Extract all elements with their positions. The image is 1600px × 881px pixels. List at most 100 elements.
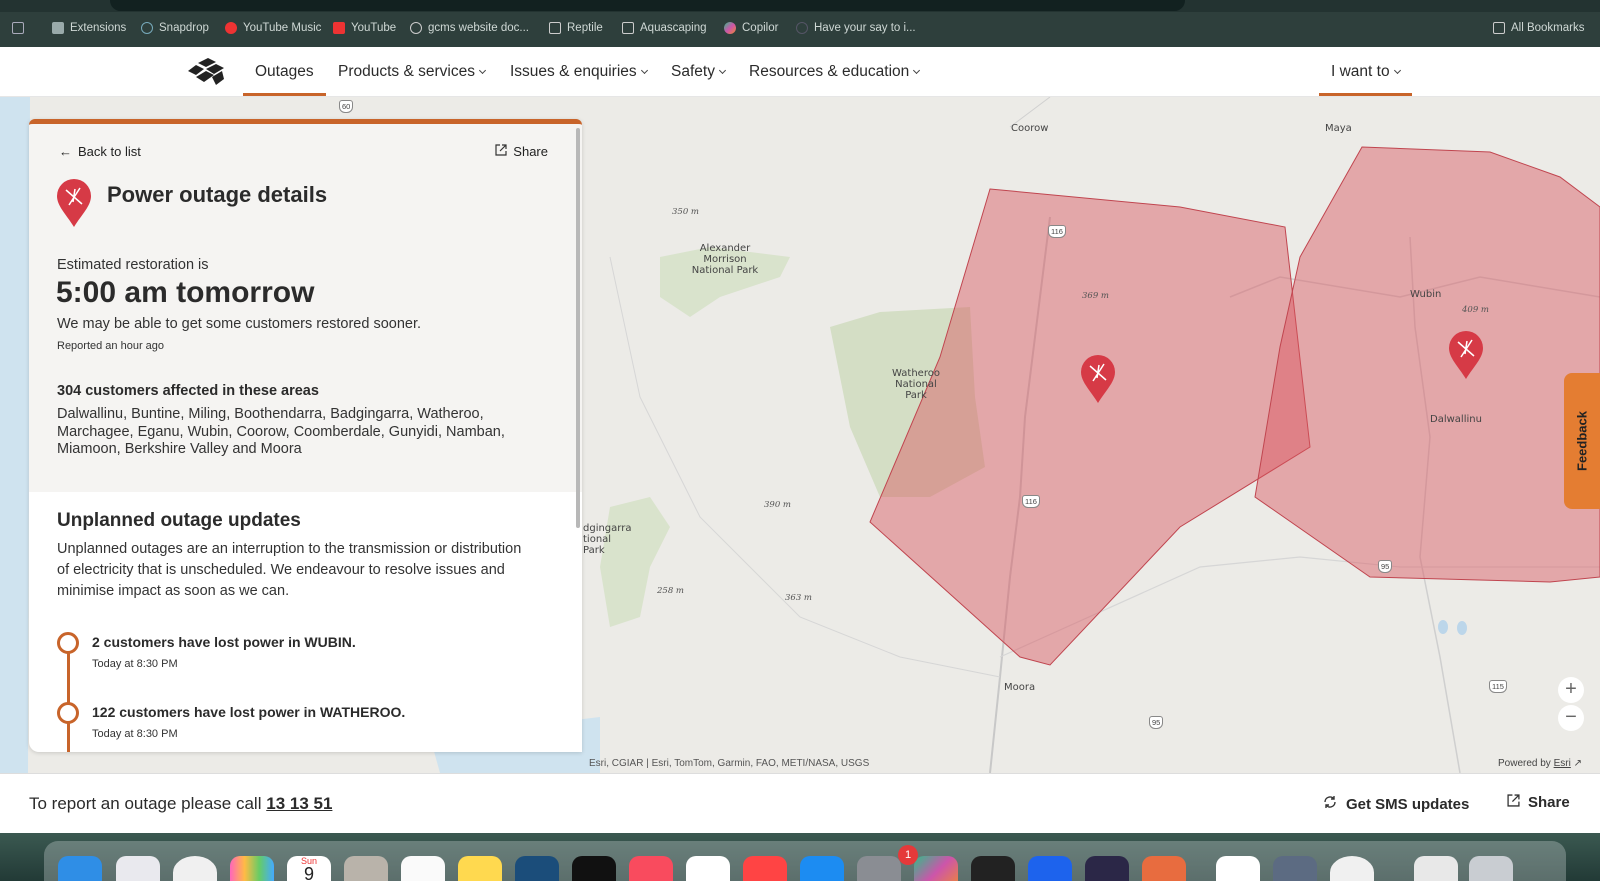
panel-summary: ← Back to list Share Power outage details… <box>29 124 582 492</box>
map-elevation-409: 409 m <box>1462 305 1489 315</box>
bookmark-copilor[interactable]: Copilor <box>724 22 778 34</box>
chevron-down-icon <box>478 66 487 75</box>
bookmark-have-your-say[interactable]: Have your say to i... <box>796 22 916 34</box>
globe-icon <box>410 22 422 34</box>
apps-grid-icon[interactable] <box>12 22 24 34</box>
restoration-label: Estimated restoration is <box>57 257 209 273</box>
obsidian-icon[interactable] <box>1085 856 1129 881</box>
reported-time: Reported an hour ago <box>57 340 165 352</box>
music-icon[interactable] <box>629 856 673 881</box>
arrow-left-icon: ← <box>59 144 72 159</box>
bookmark-reptile[interactable]: Reptile <box>549 22 603 34</box>
nav-safety[interactable]: Safety <box>671 47 726 97</box>
trash-icon[interactable] <box>1469 856 1513 881</box>
map-elevation-369: 369 m <box>1082 291 1109 301</box>
figma-icon[interactable] <box>971 856 1015 881</box>
copilot-icon <box>724 22 736 34</box>
report-outage-text: To report an outage please call 13 13 51 <box>29 794 333 813</box>
get-sms-updates-button[interactable]: Get SMS updates <box>1322 794 1469 814</box>
apple-tv-icon[interactable] <box>572 856 616 881</box>
feedback-tab[interactable]: Feedback <box>1564 373 1600 509</box>
share-icon <box>1507 794 1520 811</box>
update-time: Today at 8:30 PM <box>92 658 178 670</box>
news-icon[interactable] <box>743 856 787 881</box>
outage-pin-icon[interactable] <box>1080 354 1116 404</box>
timeline-dot <box>57 702 79 724</box>
share-icon <box>495 144 507 159</box>
app-store-icon[interactable] <box>800 856 844 881</box>
site-logo-icon[interactable] <box>186 57 226 87</box>
folder-icon <box>1493 22 1505 34</box>
documents-icon[interactable] <box>1414 856 1458 881</box>
update-time: Today at 8:30 PM <box>92 728 178 740</box>
notes-icon[interactable] <box>458 856 502 881</box>
road-shield: 60 <box>339 100 354 113</box>
zoom-in-button[interactable]: + <box>1558 677 1584 703</box>
contacts-icon[interactable] <box>344 856 388 881</box>
panel-share-button[interactable]: Share <box>495 144 548 159</box>
map-label-badgingarra-np: dgingarra tional Park <box>583 523 632 556</box>
nav-issues-enquiries[interactable]: Issues & enquiries <box>510 47 648 97</box>
bookmark-extensions[interactable]: Extensions <box>52 22 126 34</box>
nav-outages[interactable]: Outages <box>243 47 326 97</box>
claude-icon[interactable] <box>1142 856 1186 881</box>
external-link-icon: ↗ <box>1573 758 1582 769</box>
chrome-icon[interactable] <box>1330 856 1374 881</box>
vscode-icon[interactable] <box>686 856 730 881</box>
calendar-icon[interactable]: Sun 9 <box>287 856 331 881</box>
textedit-icon[interactable] <box>1216 856 1260 881</box>
chevron-down-icon <box>1393 66 1401 75</box>
chevron-down-icon <box>718 66 726 75</box>
bookmark-aquascaping[interactable]: Aquascaping <box>622 22 707 34</box>
notification-badge: 1 <box>898 845 918 865</box>
nav-i-want-to[interactable]: I want to <box>1319 47 1412 97</box>
report-phone-link[interactable]: 13 13 51 <box>266 794 332 813</box>
bookmark-gcms[interactable]: gcms website doc... <box>410 22 529 34</box>
affected-areas-list: Dalwallinu, Buntine, Miling, Boothendarr… <box>57 406 505 457</box>
restoration-note: We may be able to get some customers res… <box>57 316 422 332</box>
freeform-icon[interactable] <box>515 856 559 881</box>
docker-icon[interactable] <box>1028 856 1072 881</box>
back-to-list-link[interactable]: ← Back to list <box>59 144 141 159</box>
dock: Sun 9 <box>44 841 1566 881</box>
updates-heading: Unplanned outage updates <box>57 510 301 531</box>
footer-share-button[interactable]: Share <box>1507 794 1570 811</box>
site-navigation: Outages Products & services Issues & enq… <box>0 47 1600 97</box>
copilot-icon[interactable] <box>914 856 958 881</box>
panel-scrollbar[interactable] <box>576 128 580 528</box>
chrome-icon[interactable] <box>173 856 217 881</box>
zoom-out-button[interactable]: − <box>1558 705 1584 731</box>
bookmark-snapdrop[interactable]: Snapdrop <box>141 22 209 34</box>
folder-icon <box>549 22 561 34</box>
nav-products-services[interactable]: Products & services <box>338 47 487 97</box>
all-bookmarks[interactable]: All Bookmarks <box>1493 22 1585 34</box>
update-title: 2 customers have lost power in WUBIN. <box>92 634 356 650</box>
map-label-maya: Maya <box>1325 123 1352 134</box>
nav-resources-education[interactable]: Resources & education <box>749 47 921 97</box>
map-label-moora: Moora <box>1004 682 1036 693</box>
finder-icon[interactable] <box>58 856 102 881</box>
restoration-time: 5:00 am tomorrow <box>56 276 315 309</box>
map-label-dalwallinu: Dalwallinu <box>1430 414 1482 425</box>
road-shield: 116 <box>1048 225 1066 238</box>
outage-pin-icon[interactable] <box>1448 330 1484 380</box>
photos-icon[interactable] <box>230 856 274 881</box>
launchpad-icon[interactable] <box>116 856 160 881</box>
map-elevation-390: 390 m <box>764 500 791 510</box>
reminders-icon[interactable] <box>401 856 445 881</box>
folder-icon <box>622 22 634 34</box>
puzzle-icon <box>52 22 64 34</box>
address-bar[interactable] <box>110 0 1185 11</box>
esri-link[interactable]: Esri <box>1554 758 1571 769</box>
map-elevation-350: 350 m <box>672 207 699 217</box>
map-label-alexander-morrison-np: Alexander Morrison National Park <box>691 243 759 276</box>
chevron-down-icon <box>640 66 648 75</box>
system-settings-icon[interactable] <box>857 856 901 881</box>
map-attribution: Esri, CGIAR | Esri, TomTom, Garmin, FAO,… <box>589 758 870 769</box>
bookmark-youtube-music[interactable]: YouTube Music <box>225 22 321 34</box>
updates-description: Unplanned outages are an interruption to… <box>57 541 522 599</box>
bookmark-youtube[interactable]: YouTube <box>333 22 396 34</box>
map-elevation-363: 363 m <box>785 593 812 603</box>
preview-icon[interactable] <box>1273 856 1317 881</box>
map-label-coorow: Coorow <box>1011 123 1049 134</box>
